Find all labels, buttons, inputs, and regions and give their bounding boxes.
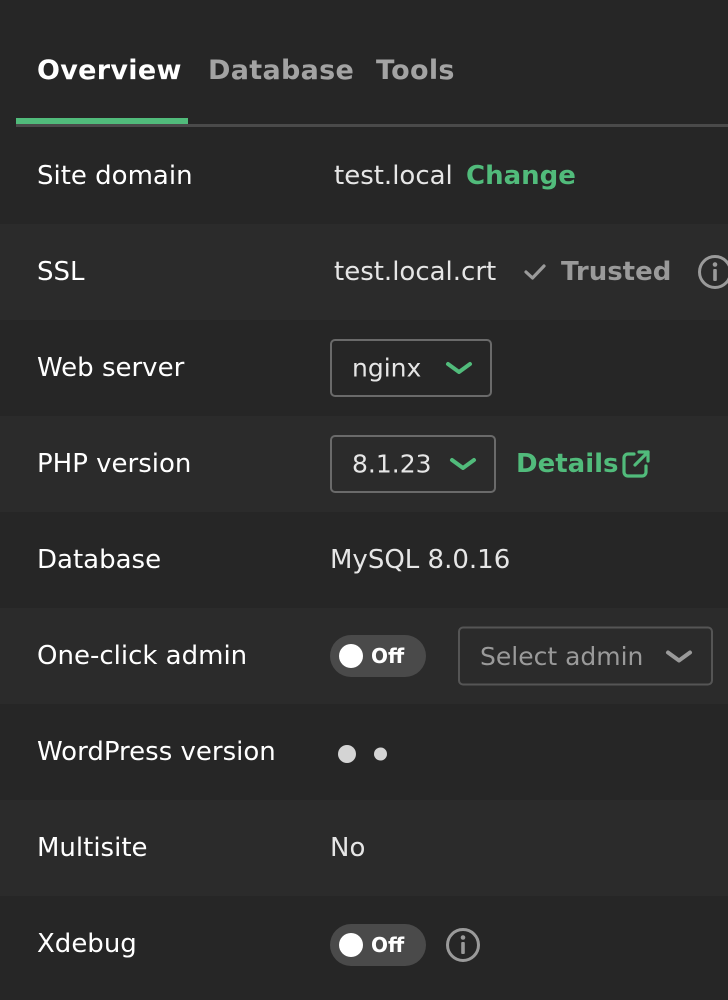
tab-database[interactable]: Database xyxy=(208,55,354,86)
one-click-admin-label: One-click admin xyxy=(37,641,248,671)
row-multisite: Multisite No xyxy=(0,800,728,896)
loading-dot xyxy=(374,747,387,761)
xdebug-toggle[interactable]: Off xyxy=(330,924,426,966)
tab-bar: Overview Database Tools xyxy=(0,0,728,127)
web-server-select[interactable]: nginx xyxy=(330,339,492,397)
tab-overview[interactable]: Overview xyxy=(37,55,182,86)
toggle-knob xyxy=(339,644,363,668)
multisite-value: No xyxy=(330,833,366,863)
php-details-link[interactable]: Details xyxy=(516,449,619,479)
wordpress-version-label: WordPress version xyxy=(37,737,276,767)
row-web-server: Web server nginx xyxy=(0,320,728,416)
toggle-knob xyxy=(339,933,363,957)
row-one-click-admin: One-click admin Off Select admin xyxy=(0,608,728,704)
xdebug-label: Xdebug xyxy=(37,929,137,959)
row-xdebug: Xdebug Off xyxy=(0,896,728,1000)
site-overview-panel: Overview Database Tools Site domain test… xyxy=(0,0,728,1000)
select-admin-dropdown[interactable]: Select admin xyxy=(458,626,713,686)
row-site-domain: Site domain test.local Change xyxy=(0,128,728,224)
info-icon[interactable] xyxy=(697,254,728,290)
select-admin-placeholder: Select admin xyxy=(480,641,644,671)
ssl-label: SSL xyxy=(37,257,85,287)
external-link-icon[interactable] xyxy=(621,449,651,479)
site-domain-value: test.local xyxy=(334,161,453,191)
tabs-divider xyxy=(16,124,728,127)
change-domain-link[interactable]: Change xyxy=(466,161,576,191)
row-php-version: PHP version 8.1.23 Details xyxy=(0,416,728,512)
php-version-label: PHP version xyxy=(37,449,192,479)
toggle-state-label: Off xyxy=(371,644,405,668)
row-database: Database MySQL 8.0.16 xyxy=(0,512,728,608)
toggle-state-label: Off xyxy=(371,933,405,957)
tab-tools[interactable]: Tools xyxy=(376,55,455,86)
database-value: MySQL 8.0.16 xyxy=(330,545,511,575)
multisite-label: Multisite xyxy=(37,833,148,863)
chevron-down-icon xyxy=(446,362,472,374)
web-server-label: Web server xyxy=(37,353,185,383)
database-label: Database xyxy=(37,545,162,575)
php-version-selected-value: 8.1.23 xyxy=(352,449,432,479)
php-version-select[interactable]: 8.1.23 xyxy=(330,435,496,493)
ssl-trusted-status: Trusted xyxy=(561,257,672,287)
site-domain-label: Site domain xyxy=(37,161,193,191)
chevron-down-icon xyxy=(666,650,692,662)
one-click-admin-toggle[interactable]: Off xyxy=(330,635,426,677)
web-server-selected-value: nginx xyxy=(352,353,422,383)
row-ssl: SSL test.local.crt Trusted xyxy=(0,224,728,320)
loading-dots-icon xyxy=(338,745,356,763)
ssl-certificate-value: test.local.crt xyxy=(334,257,497,287)
info-icon[interactable] xyxy=(445,927,481,963)
check-icon xyxy=(524,264,546,280)
chevron-down-icon xyxy=(450,458,476,470)
row-wordpress-version: WordPress version xyxy=(0,704,728,800)
